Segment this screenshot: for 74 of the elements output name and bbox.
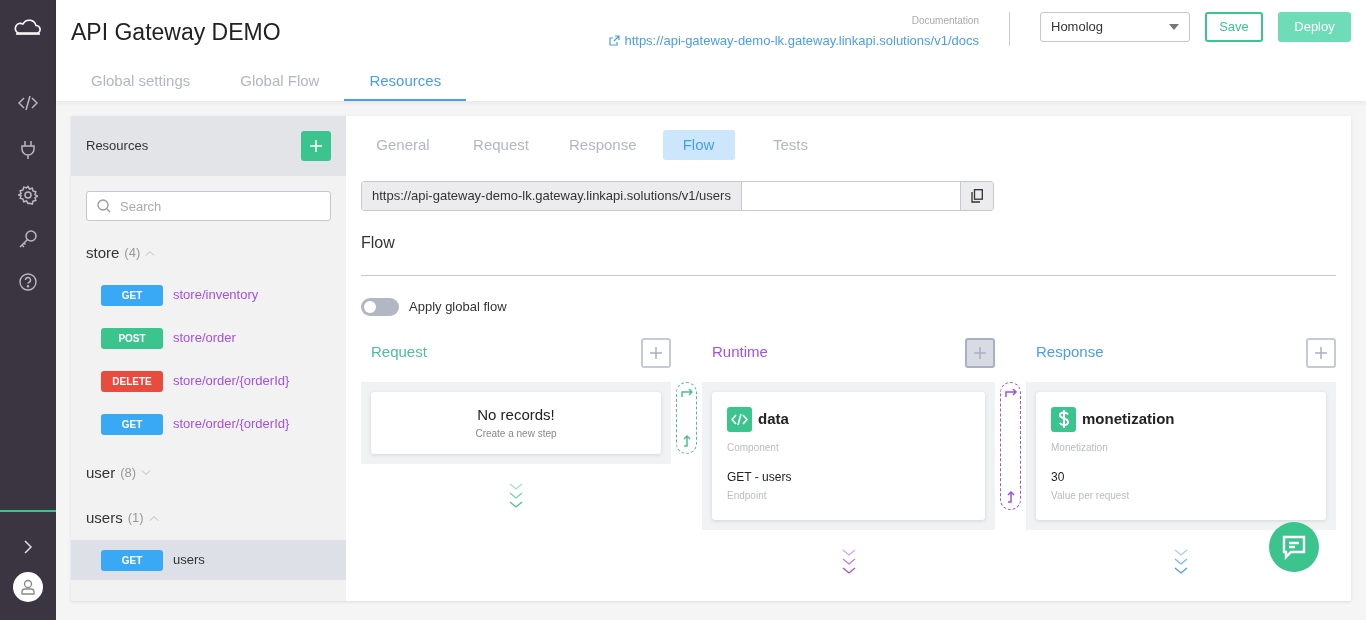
- group-header[interactable]: users (1): [71, 504, 346, 532]
- endpoint-path: store/inventory: [173, 286, 259, 305]
- dropdown-caret-icon: [1169, 24, 1179, 30]
- step-value-label: Value per request: [1051, 488, 1130, 503]
- plug-icon[interactable]: [20, 140, 36, 160]
- code-icon[interactable]: [18, 95, 38, 111]
- tab[interactable]: Request: [459, 130, 543, 160]
- endpoint-row[interactable]: GET store/order/{orderId}: [71, 404, 346, 444]
- external-link-icon: [609, 35, 621, 47]
- method-badge: DELETE: [101, 370, 163, 392]
- documentation-label: Documentation: [911, 14, 979, 28]
- panel-title: Resources: [86, 137, 149, 156]
- endpoint-path: store/order/{orderId}: [173, 415, 290, 434]
- endpoint-path: users: [173, 551, 205, 570]
- code-icon: [727, 406, 752, 432]
- chevron-up-icon: [148, 515, 159, 521]
- help-icon[interactable]: [19, 273, 37, 291]
- save-button[interactable]: Save: [1205, 12, 1263, 42]
- cloud-logo-icon[interactable]: [14, 19, 42, 37]
- step-value: GET - users: [727, 468, 792, 486]
- method-badge: GET: [101, 284, 163, 306]
- column-title: Runtime: [712, 342, 768, 363]
- search-icon: [97, 199, 111, 213]
- endpoint-path: store/order: [173, 329, 236, 348]
- tab[interactable]: Resources: [344, 63, 467, 101]
- chat-icon: [1281, 534, 1307, 560]
- tab[interactable]: Response: [557, 130, 649, 160]
- settings-icon[interactable]: [18, 185, 38, 205]
- chevron-down-icon: [141, 470, 152, 476]
- plus-icon: [310, 140, 322, 152]
- section-title: Flow: [361, 233, 396, 253]
- plus-icon: [650, 346, 662, 359]
- column-title: Request: [371, 342, 427, 363]
- tab[interactable]: Global settings: [66, 63, 216, 101]
- expand-chevron-icon[interactable]: [23, 540, 33, 554]
- toggle-switch[interactable]: [361, 297, 399, 316]
- chevron-up-icon: [145, 250, 156, 256]
- plus-icon: [1315, 346, 1327, 359]
- tab[interactable]: Flow: [662, 130, 735, 160]
- empty-hint: Create a new step: [475, 427, 557, 442]
- method-badge: POST: [101, 327, 163, 349]
- url-field[interactable]: https://api-gateway-demo-lk.gateway.linkapi.solutions/v1/users: [362, 182, 742, 210]
- step-value: 30: [1051, 468, 1065, 486]
- step-value-label: Endpoint: [727, 488, 767, 503]
- endpoint-row[interactable]: GET users: [71, 540, 346, 580]
- tab[interactable]: General: [361, 130, 445, 160]
- user-avatar[interactable]: [13, 572, 43, 602]
- step-card[interactable]: data Component GET - users Endpoint: [712, 391, 985, 520]
- tab[interactable]: Global Flow: [215, 63, 345, 101]
- endpoint-row[interactable]: DELETE store/order/{orderId}: [71, 361, 346, 401]
- method-badge: GET: [101, 549, 163, 571]
- endpoint-row[interactable]: POST store/order: [71, 318, 346, 358]
- copy-icon: [971, 189, 983, 203]
- endpoint-row[interactable]: GET store/inventory: [71, 275, 346, 315]
- column-title: Response: [1036, 342, 1104, 363]
- step-name: data: [758, 408, 789, 429]
- empty-title: No records!: [477, 404, 555, 425]
- step-card[interactable]: monetization Monetization 30 Value per request: [1036, 391, 1326, 520]
- group-header[interactable]: store (4): [71, 239, 346, 267]
- step-type: Monetization: [1051, 440, 1108, 455]
- dollar-icon: [1051, 406, 1076, 432]
- documentation-link[interactable]: https://api-gateway-demo-lk.gateway.linkapi.solutions/v1/docs: [609, 31, 979, 51]
- toggle-label: Apply global flow: [409, 298, 507, 316]
- method-badge: GET: [101, 413, 163, 435]
- copy-button[interactable]: [960, 182, 993, 210]
- search-field[interactable]: Search: [86, 191, 331, 221]
- key-icon[interactable]: [18, 229, 38, 249]
- group-header[interactable]: user (8): [71, 459, 346, 487]
- step-name: monetization: [1082, 408, 1175, 429]
- plus-icon: [974, 346, 986, 359]
- step-type: Component: [727, 440, 779, 455]
- environment-select[interactable]: Homolog: [1040, 12, 1190, 42]
- endpoint-path: store/order/{orderId}: [173, 372, 290, 391]
- page-title: API Gateway DEMO: [71, 18, 281, 47]
